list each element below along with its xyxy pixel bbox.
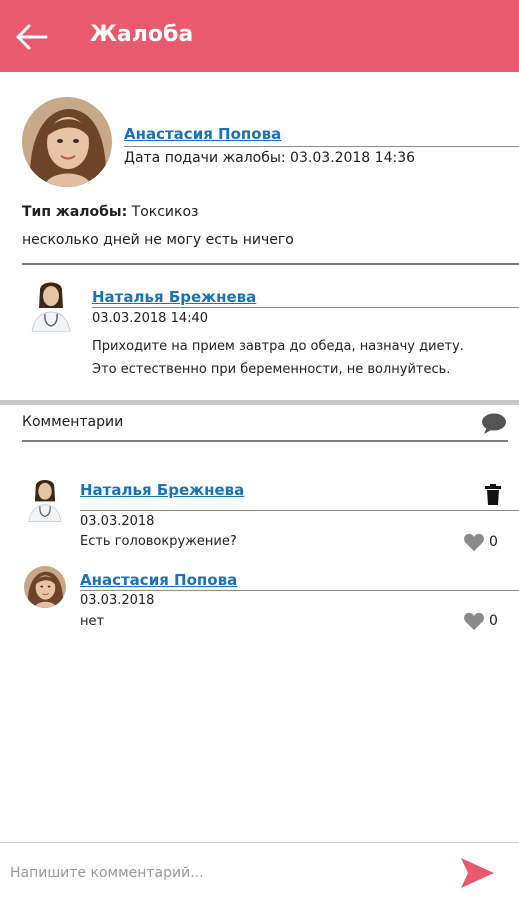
- heart-icon: [464, 612, 484, 631]
- comment-bubble-icon: [482, 413, 506, 434]
- comment-author[interactable]: Анастасия Попова: [80, 571, 237, 589]
- like-count: 0: [489, 613, 498, 629]
- send-icon: [461, 858, 494, 888]
- comment-text: Есть головокружение?: [80, 534, 237, 549]
- woman-portrait-icon: [22, 97, 112, 187]
- complaint-author-name[interactable]: Анастасия Попова: [124, 125, 281, 143]
- divider: [22, 440, 508, 442]
- complaint-author-avatar[interactable]: [22, 97, 112, 187]
- app-bar: Жалоба: [0, 0, 519, 72]
- divider: [92, 307, 519, 308]
- woman-portrait-icon: [24, 566, 66, 608]
- divider: [22, 263, 519, 265]
- comment-text: нет: [80, 614, 105, 629]
- comment-composer: [0, 842, 519, 900]
- comment-avatar[interactable]: [24, 566, 66, 608]
- reply-author-avatar[interactable]: [26, 276, 76, 332]
- reply-author-name[interactable]: Наталья Брежнева: [92, 288, 256, 306]
- comments-title: Комментарии: [22, 414, 124, 430]
- arrow-left-icon: [16, 24, 48, 50]
- complaint-description: несколько дней не могу есть ничего: [22, 232, 294, 248]
- divider: [80, 510, 519, 511]
- complaint-type-value: Токсикоз: [131, 204, 199, 220]
- doctor-portrait-icon: [26, 276, 76, 332]
- divider: [124, 146, 519, 147]
- like-button[interactable]: 0: [463, 611, 503, 633]
- like-count: 0: [489, 534, 498, 550]
- back-button[interactable]: [14, 22, 52, 52]
- reply-datetime: 03.03.2018 14:40: [92, 311, 209, 326]
- comment-date: 03.03.2018: [80, 514, 155, 529]
- comment-input[interactable]: [10, 860, 440, 886]
- send-button[interactable]: [458, 855, 496, 891]
- trash-icon: [485, 484, 501, 505]
- reply-text-line-2: Это естественно при беременности, не вол…: [92, 362, 451, 377]
- comment-avatar[interactable]: [24, 474, 66, 522]
- page-title: Жалоба: [90, 22, 194, 47]
- delete-button[interactable]: [484, 484, 502, 506]
- complaint-type: Тип жалобы: Токсикоз: [22, 204, 199, 220]
- divider: [80, 590, 519, 591]
- section-divider: [0, 400, 519, 405]
- comments-icon-wrap[interactable]: [480, 412, 508, 436]
- like-button[interactable]: 0: [463, 532, 503, 554]
- comment-date: 03.03.2018: [80, 593, 155, 608]
- reply-text-line-1: Приходите на прием завтра до обеда, назн…: [92, 339, 464, 354]
- comment-author[interactable]: Наталья Брежнева: [80, 481, 244, 499]
- complaint-type-label: Тип жалобы:: [22, 204, 128, 220]
- doctor-portrait-icon: [24, 474, 66, 522]
- complaint-date: Дата подачи жалобы: 03.03.2018 14:36: [124, 150, 416, 166]
- heart-icon: [464, 533, 484, 552]
